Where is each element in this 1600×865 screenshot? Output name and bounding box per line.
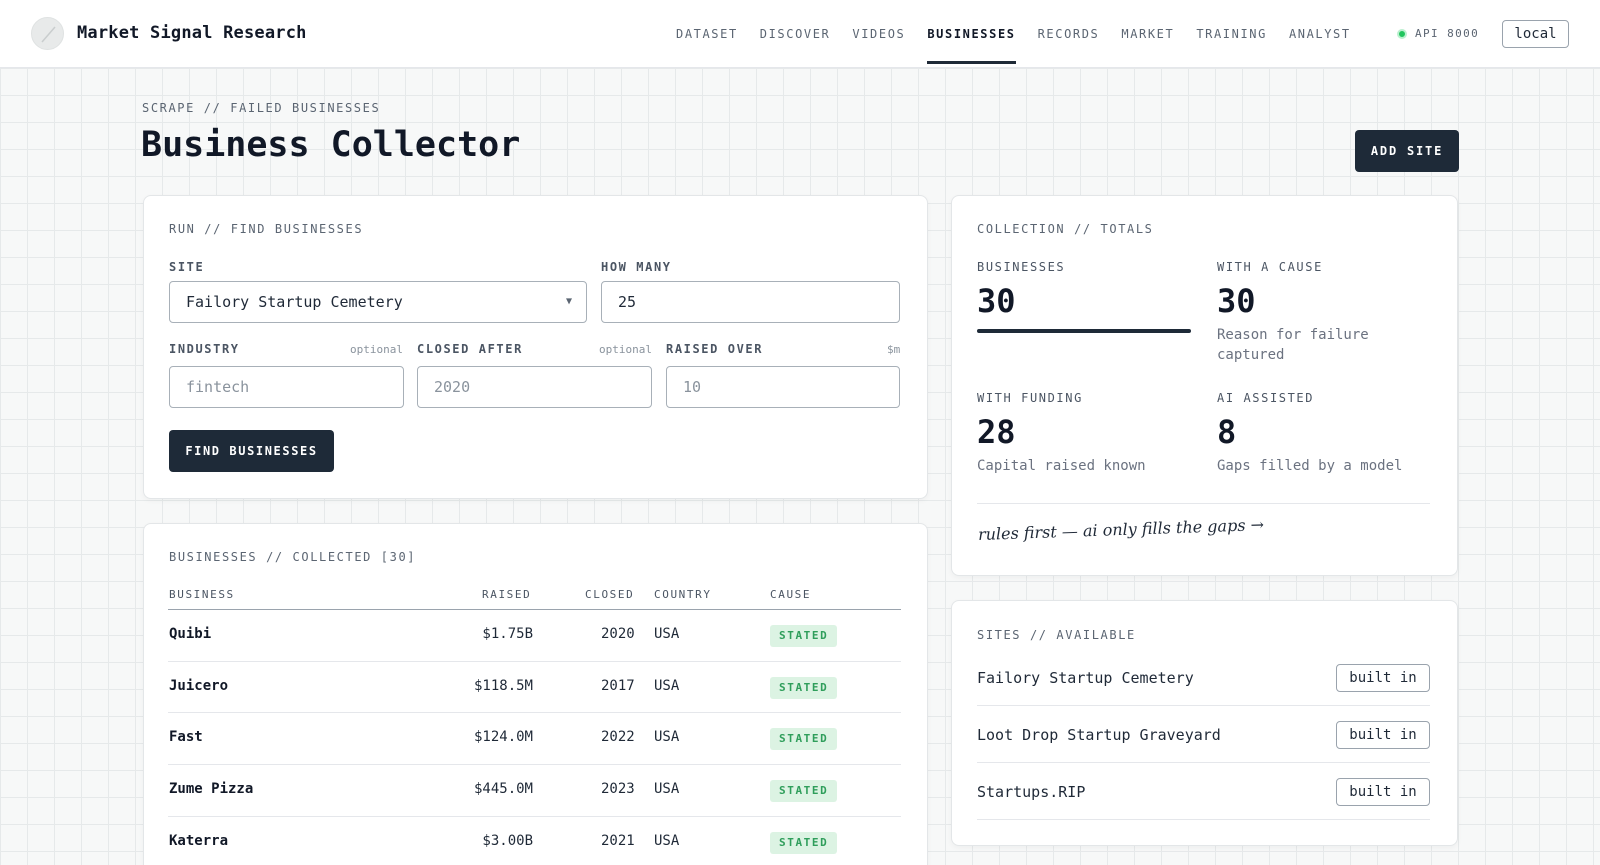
api-status: API 8000 bbox=[1397, 27, 1479, 40]
site-select[interactable]: Failory Startup Cemetery ▼ bbox=[169, 281, 587, 323]
business-closed: 2021 bbox=[601, 833, 635, 849]
logo[interactable] bbox=[31, 17, 64, 50]
cause-badge: STATED bbox=[770, 625, 838, 647]
add-site-button[interactable]: ADD SITE bbox=[1355, 130, 1459, 172]
how-many-label: HOW MANY bbox=[601, 260, 672, 274]
business-country: USA bbox=[654, 729, 680, 745]
business-name: Juicero bbox=[169, 678, 229, 694]
business-closed: 2023 bbox=[601, 781, 635, 797]
business-raised: $1.75B bbox=[482, 626, 533, 642]
business-country: USA bbox=[654, 833, 680, 849]
main-nav: DATASET DISCOVER VIDEOS BUSINESSES RECOR… bbox=[676, 0, 1373, 68]
cause-badge: STATED bbox=[770, 832, 838, 854]
cause-stat-value: 30 bbox=[1217, 282, 1256, 320]
status-dot-icon bbox=[1397, 28, 1407, 39]
closed-after-label: CLOSED AFTER bbox=[417, 342, 523, 356]
industry-input[interactable]: fintech bbox=[169, 366, 404, 408]
business-closed: 2017 bbox=[601, 678, 635, 694]
row-divider bbox=[168, 661, 901, 662]
nav-dataset[interactable]: DATASET bbox=[676, 0, 738, 68]
ai-stat-value: 8 bbox=[1217, 413, 1237, 451]
business-country: USA bbox=[654, 678, 680, 694]
totals-divider bbox=[977, 503, 1430, 504]
businesses-progress-bar bbox=[977, 329, 1191, 333]
built-in-tag[interactable]: built in bbox=[1336, 664, 1430, 692]
site-name: Loot Drop Startup Graveyard bbox=[977, 726, 1221, 744]
run-card-title: RUN // FIND BUSINESSES bbox=[169, 222, 364, 236]
business-raised: $124.0M bbox=[473, 729, 533, 745]
cause-badge: STATED bbox=[770, 677, 838, 699]
nav-records[interactable]: RECORDS bbox=[1038, 0, 1100, 68]
top-bar: Market Signal Research DATASET DISCOVER … bbox=[0, 0, 1600, 68]
business-name: Fast bbox=[169, 729, 203, 745]
business-raised: $3.00B bbox=[482, 833, 533, 849]
site-label: SITE bbox=[169, 260, 205, 274]
environment-button[interactable]: local bbox=[1502, 20, 1569, 48]
site-name: Startups.RIP bbox=[977, 783, 1086, 801]
cause-stat-label: WITH A CAUSE bbox=[1217, 260, 1323, 274]
ai-stat-label: AI ASSISTED bbox=[1217, 391, 1315, 405]
business-country: USA bbox=[654, 626, 680, 642]
business-name: Katerra bbox=[169, 833, 229, 849]
raised-over-label: RAISED OVER bbox=[666, 342, 764, 356]
api-status-label: API 8000 bbox=[1415, 27, 1480, 40]
business-raised: $118.5M bbox=[473, 678, 533, 694]
business-name: Quibi bbox=[169, 626, 212, 642]
column-header-business[interactable]: BUSINESS bbox=[169, 588, 235, 601]
find-businesses-button[interactable]: FIND BUSINESSES bbox=[169, 430, 334, 472]
chevron-down-icon: ▼ bbox=[565, 296, 572, 307]
site-divider bbox=[977, 819, 1430, 820]
cause-badge: STATED bbox=[770, 728, 838, 750]
column-header-raised[interactable]: RAISED bbox=[482, 588, 531, 601]
raised-over-input[interactable]: 10 bbox=[666, 366, 900, 408]
column-header-cause[interactable]: CAUSE bbox=[770, 588, 811, 601]
businesses-stat-label: BUSINESSES bbox=[977, 260, 1066, 274]
closed-after-hint: optional bbox=[599, 343, 652, 356]
nav-training[interactable]: TRAINING bbox=[1196, 0, 1267, 68]
nav-discover[interactable]: DISCOVER bbox=[760, 0, 831, 68]
column-header-closed[interactable]: CLOSED bbox=[585, 588, 634, 601]
nav-analyst[interactable]: ANALYST bbox=[1289, 0, 1351, 68]
raised-over-hint: $m bbox=[887, 343, 901, 356]
business-raised: $445.0M bbox=[473, 781, 533, 797]
funding-stat-label: WITH FUNDING bbox=[977, 391, 1083, 405]
built-in-tag[interactable]: built in bbox=[1336, 721, 1430, 749]
nav-businesses[interactable]: BUSINESSES bbox=[927, 0, 1016, 68]
column-header-country[interactable]: COUNTRY bbox=[654, 588, 712, 601]
business-country: USA bbox=[654, 781, 680, 797]
collected-card-title: BUSINESSES // COLLECTED [30] bbox=[169, 550, 417, 564]
business-closed: 2020 bbox=[601, 626, 635, 642]
site-divider bbox=[977, 762, 1430, 763]
funding-stat-desc: Capital raised known bbox=[977, 458, 1146, 474]
businesses-stat-value: 30 bbox=[977, 282, 1016, 320]
page-eyebrow: SCRAPE // FAILED BUSINESSES bbox=[142, 101, 381, 115]
nav-videos[interactable]: VIDEOS bbox=[852, 0, 905, 68]
how-many-input[interactable]: 25 bbox=[601, 281, 900, 323]
cause-stat-desc: Reason for failure captured bbox=[1217, 327, 1369, 363]
industry-hint: optional bbox=[350, 343, 403, 356]
totals-card-title: COLLECTION // TOTALS bbox=[977, 222, 1154, 236]
business-name: Zume Pizza bbox=[169, 781, 254, 797]
logo-icon bbox=[41, 26, 56, 43]
page-title: Business Collector bbox=[141, 125, 521, 165]
funding-stat-value: 28 bbox=[977, 413, 1016, 451]
sites-card-title: SITES // AVAILABLE bbox=[977, 628, 1136, 642]
built-in-tag[interactable]: built in bbox=[1336, 778, 1430, 806]
nav-market[interactable]: MARKET bbox=[1121, 0, 1174, 68]
site-select-value: Failory Startup Cemetery bbox=[186, 293, 403, 311]
row-divider bbox=[168, 764, 901, 765]
ai-stat-desc: Gaps filled by a model bbox=[1217, 458, 1403, 474]
table-header-divider bbox=[168, 609, 901, 610]
business-closed: 2022 bbox=[601, 729, 635, 745]
cause-badge: STATED bbox=[770, 780, 838, 802]
row-divider bbox=[168, 816, 901, 817]
closed-after-input[interactable]: 2020 bbox=[417, 366, 652, 408]
site-name: Failory Startup Cemetery bbox=[977, 669, 1194, 687]
site-divider bbox=[977, 705, 1430, 706]
row-divider bbox=[168, 712, 901, 713]
brand-name[interactable]: Market Signal Research bbox=[77, 23, 307, 43]
industry-label: INDUSTRY bbox=[169, 342, 240, 356]
